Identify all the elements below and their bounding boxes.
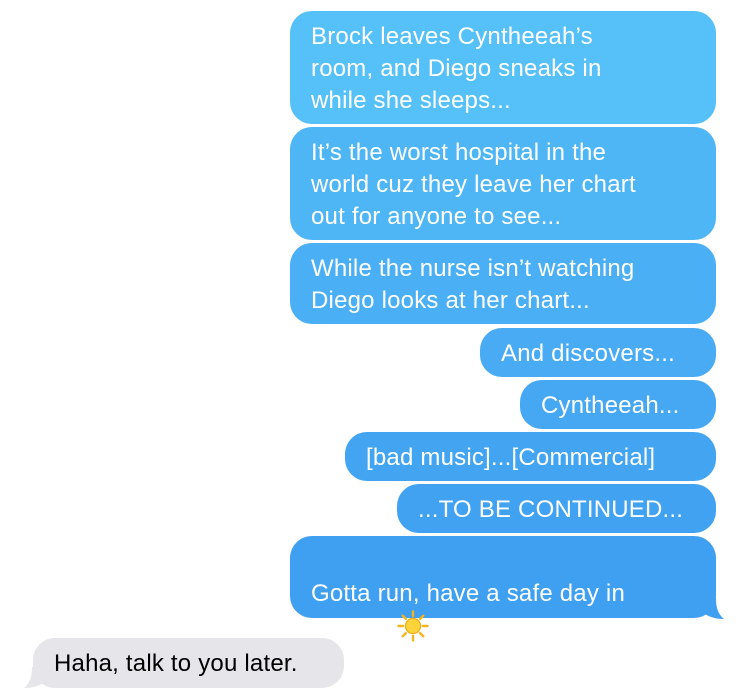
outgoing-message-bubble[interactable]: Brock leaves Cyntheeah’s room, and Diego… [290,11,716,124]
outgoing-message-bubble[interactable]: ...TO BE CONTINUED... [397,484,716,533]
outgoing-message-bubble[interactable]: Gotta run, have a safe day in the sun [290,536,716,642]
incoming-message-bubble[interactable]: Haha, talk to you later. [33,638,344,688]
outgoing-message-bubble[interactable]: Cyntheeah... [520,380,716,429]
outgoing-bubble-tail [700,598,724,619]
outgoing-message-bubble[interactable]: [bad music]...[Commercial] [345,432,716,481]
outgoing-message-bubble[interactable]: And discovers... [480,328,716,377]
sun-icon [397,610,429,651]
message-thread: Brock leaves Cyntheeah’s room, and Diego… [0,0,748,698]
outgoing-message-bubble[interactable]: While the nurse isn’t watching Diego loo… [290,243,716,324]
outgoing-message-text: Gotta run, have a safe day in the sun [311,580,625,642]
outgoing-message-bubble[interactable]: It’s the worst hospital in the world cuz… [290,127,716,240]
incoming-bubble-tail [24,667,48,688]
